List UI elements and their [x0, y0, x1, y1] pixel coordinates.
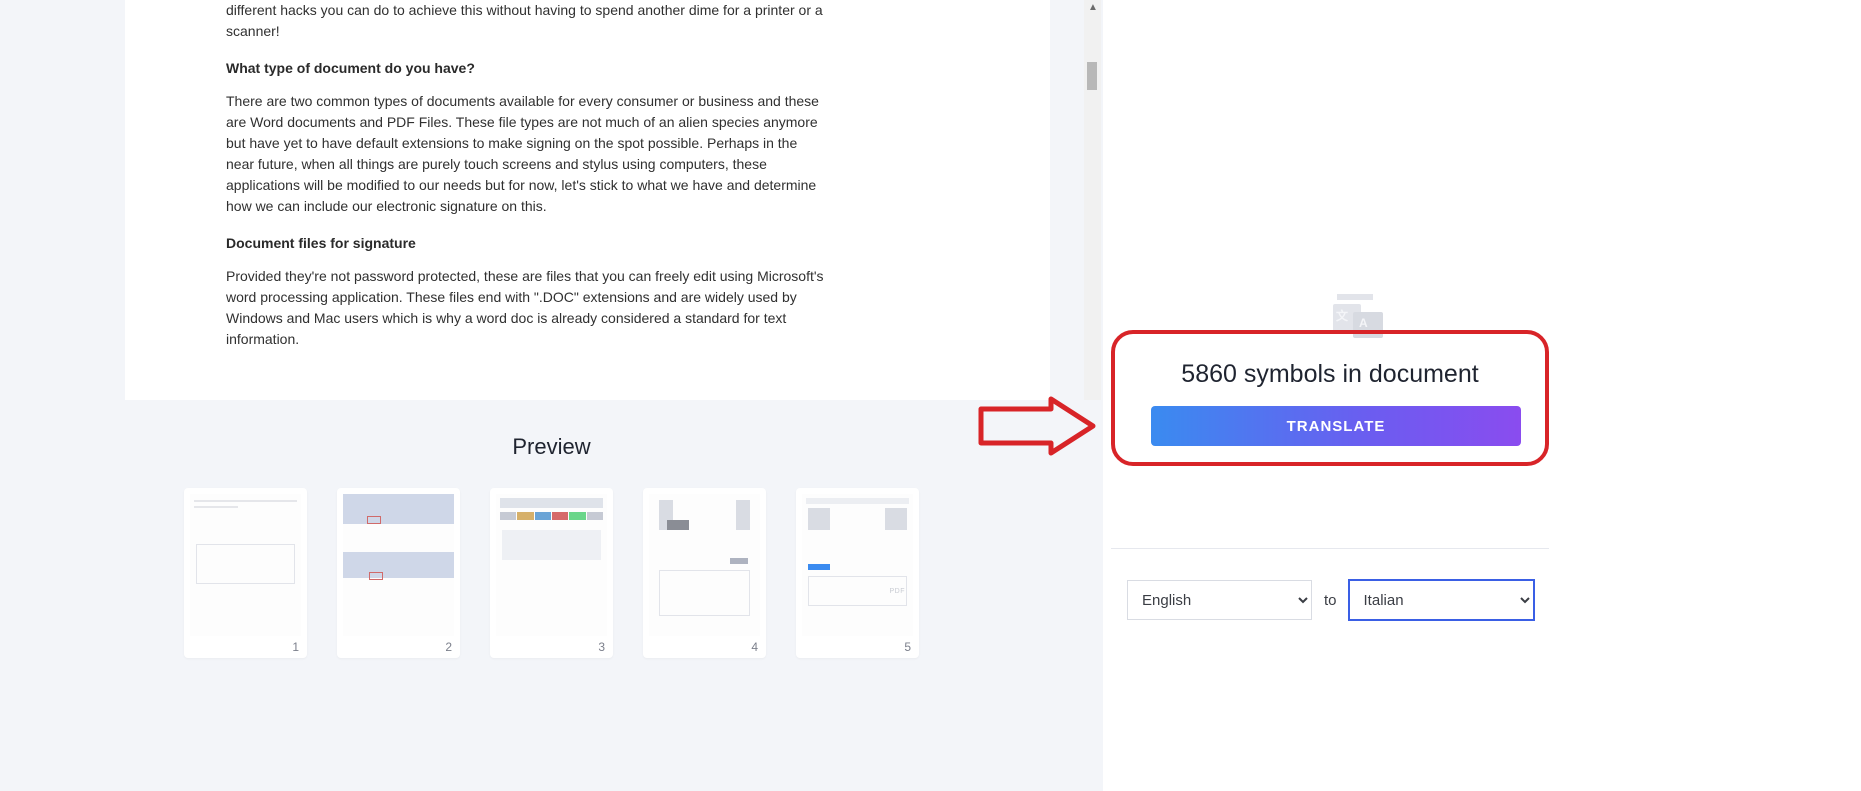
- preview-title: Preview: [0, 434, 1103, 460]
- preview-section: Preview 1 2: [0, 400, 1103, 791]
- document-content: different hacks you can do to achieve th…: [226, 0, 826, 366]
- heading-doc-sig: Document files for signature: [226, 233, 826, 254]
- preview-page-3[interactable]: 3: [490, 488, 613, 658]
- document-viewer: different hacks you can do to achieve th…: [125, 0, 1050, 400]
- page-number: 5: [904, 640, 911, 654]
- scrollbar[interactable]: ▲: [1084, 0, 1101, 400]
- scroll-thumb[interactable]: [1087, 62, 1097, 90]
- left-panel: different hacks you can do to achieve th…: [0, 0, 1103, 791]
- arrow-annotation: [977, 395, 1097, 457]
- page-number: 4: [751, 640, 758, 654]
- paragraph-doc-sig: Provided they're not password protected,…: [226, 266, 826, 350]
- symbol-count: 5860 symbols in document: [1111, 360, 1549, 389]
- heading-doc-type: What type of document do you have?: [226, 58, 826, 79]
- preview-page-5[interactable]: PDF 5: [796, 488, 919, 658]
- right-panel: A 文 5860 symbols in document TRANSLATE E…: [1103, 0, 1861, 791]
- page-number: 2: [445, 640, 452, 654]
- language-row: English to Italian: [1127, 580, 1547, 620]
- paragraph-intro: different hacks you can do to achieve th…: [226, 0, 826, 42]
- page-number: 1: [292, 640, 299, 654]
- preview-page-1[interactable]: 1: [184, 488, 307, 658]
- divider: [1111, 548, 1549, 549]
- page-number: 3: [598, 640, 605, 654]
- preview-thumbnails: 1 2 3: [0, 488, 1103, 658]
- preview-page-4[interactable]: 4: [643, 488, 766, 658]
- translate-button[interactable]: TRANSLATE: [1151, 406, 1521, 446]
- scroll-up-icon[interactable]: ▲: [1088, 2, 1098, 13]
- paragraph-doc-type: There are two common types of documents …: [226, 91, 826, 217]
- to-label: to: [1324, 592, 1337, 609]
- translate-section: A 文 5860 symbols in document TRANSLATE E…: [1103, 0, 1555, 791]
- target-language-select[interactable]: Italian: [1349, 580, 1534, 620]
- source-language-select[interactable]: English: [1127, 580, 1312, 620]
- preview-page-2[interactable]: 2: [337, 488, 460, 658]
